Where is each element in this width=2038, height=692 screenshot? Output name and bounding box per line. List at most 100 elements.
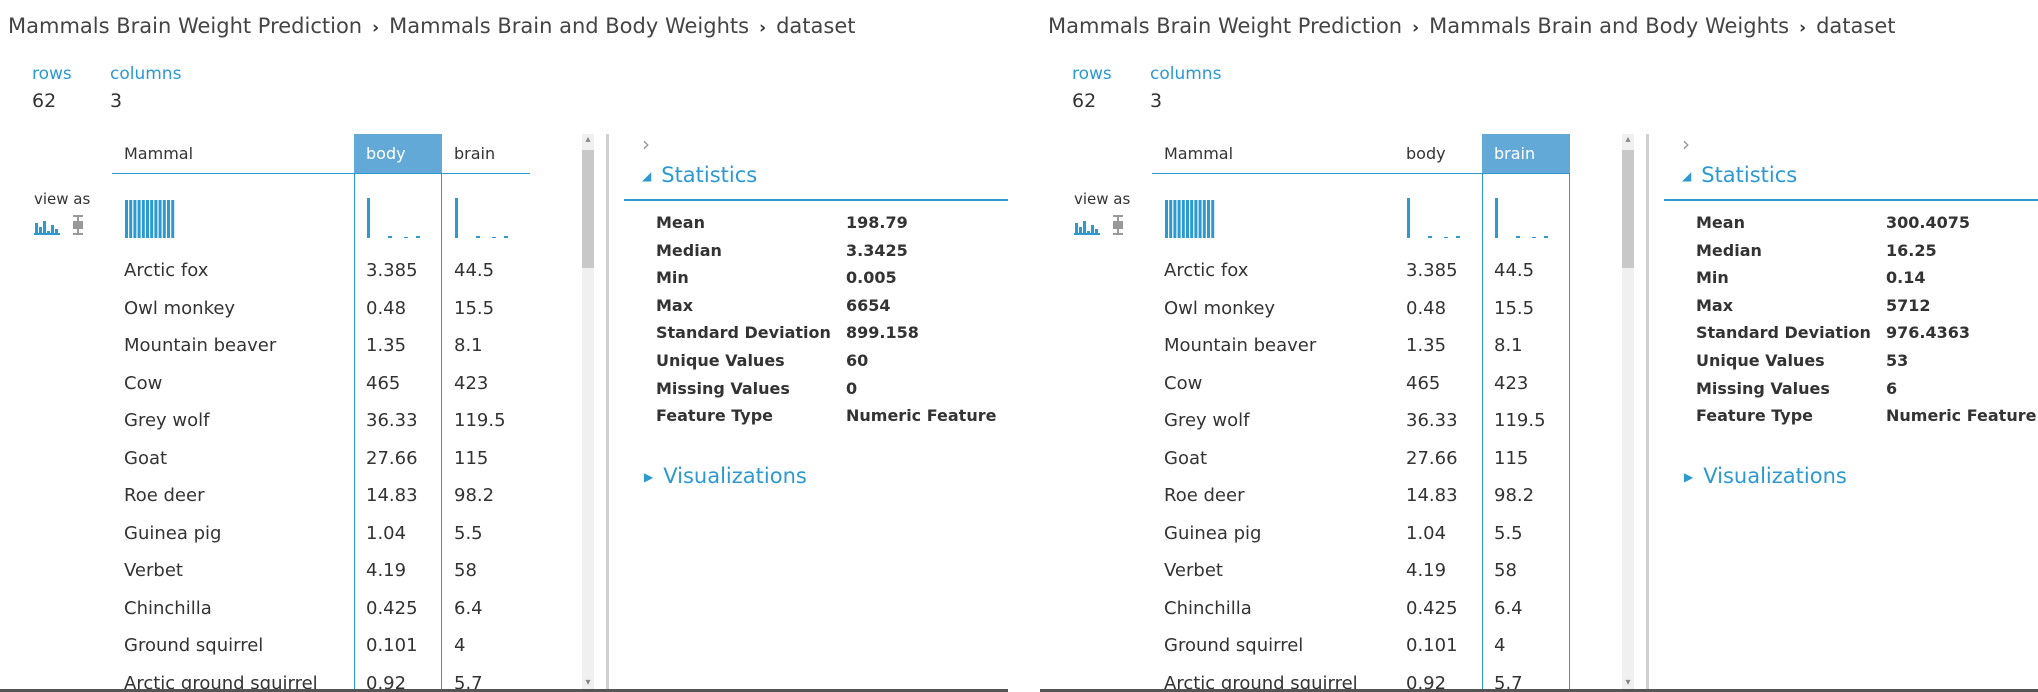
table-cell[interactable]: Arctic ground squirrel: [112, 665, 354, 692]
table-cell[interactable]: 0.48: [354, 290, 442, 327]
table-cell[interactable]: Cow: [112, 365, 354, 402]
scroll-up-arrow-icon[interactable]: ▴: [582, 134, 594, 146]
table-cell[interactable]: 0.92: [354, 665, 442, 692]
body-mini-histogram[interactable]: [1406, 198, 1466, 238]
table-cell[interactable]: Owl monkey: [112, 290, 354, 327]
table-cell[interactable]: 465: [1394, 365, 1482, 402]
table-cell[interactable]: Cow: [1152, 365, 1394, 402]
table-cell[interactable]: 1.04: [354, 515, 442, 552]
table-cell[interactable]: 5.7: [1482, 665, 1570, 692]
expand-chevron-icon[interactable]: ›: [642, 132, 650, 156]
body-mini-histogram[interactable]: [366, 198, 426, 238]
table-cell[interactable]: 5.5: [1482, 515, 1570, 552]
table-cell[interactable]: 6.4: [442, 590, 530, 627]
table-cell[interactable]: 4: [1482, 627, 1570, 664]
table-cell[interactable]: 0.92: [1394, 665, 1482, 692]
visualizations-section-header[interactable]: ▶ Visualizations: [644, 464, 807, 488]
table-cell[interactable]: 5.7: [442, 665, 530, 692]
scroll-up-arrow-icon[interactable]: ▴: [1622, 134, 1634, 146]
table-cell[interactable]: 0.425: [1394, 590, 1482, 627]
table-cell[interactable]: Verbet: [1152, 552, 1394, 589]
table-cell[interactable]: 14.83: [354, 477, 442, 514]
breadcrumb-item[interactable]: dataset: [776, 14, 855, 38]
breadcrumb-item[interactable]: Mammals Brain and Body Weights: [1429, 14, 1789, 38]
table-cell[interactable]: 8.1: [442, 327, 530, 364]
table-cell[interactable]: 8.1: [1482, 327, 1570, 364]
breadcrumb-item[interactable]: dataset: [1816, 14, 1895, 38]
mammal-mini-histogram[interactable]: [1164, 198, 1224, 238]
column-header-body[interactable]: body: [1394, 134, 1482, 174]
table-cell[interactable]: 58: [1482, 552, 1570, 589]
table-cell[interactable]: 58: [442, 552, 530, 589]
expand-chevron-icon[interactable]: ›: [1682, 132, 1690, 156]
table-cell[interactable]: 0.48: [1394, 290, 1482, 327]
table-cell[interactable]: Mountain beaver: [1152, 327, 1394, 364]
table-cell[interactable]: Roe deer: [1152, 477, 1394, 514]
table-cell[interactable]: 0.101: [1394, 627, 1482, 664]
table-cell[interactable]: 1.35: [1394, 327, 1482, 364]
breadcrumb-item[interactable]: Mammals Brain Weight Prediction: [8, 14, 362, 38]
pane-divider[interactable]: [606, 134, 609, 692]
table-cell[interactable]: 119.5: [442, 402, 530, 439]
table-cell[interactable]: 1.04: [1394, 515, 1482, 552]
statistics-section-header[interactable]: ◢ Statistics: [642, 163, 757, 187]
table-cell[interactable]: Goat: [112, 440, 354, 477]
table-cell[interactable]: 15.5: [442, 290, 530, 327]
table-cell[interactable]: 36.33: [354, 402, 442, 439]
table-cell[interactable]: 3.385: [354, 252, 442, 289]
column-header-brain[interactable]: brain: [1482, 134, 1570, 174]
table-cell[interactable]: 27.66: [354, 440, 442, 477]
table-cell[interactable]: Owl monkey: [1152, 290, 1394, 327]
table-cell[interactable]: 98.2: [442, 477, 530, 514]
table-cell[interactable]: 0.101: [354, 627, 442, 664]
table-cell[interactable]: 27.66: [1394, 440, 1482, 477]
table-cell[interactable]: 465: [354, 365, 442, 402]
table-cell[interactable]: 119.5: [1482, 402, 1570, 439]
table-cell[interactable]: 115: [442, 440, 530, 477]
column-header-brain[interactable]: brain: [442, 134, 530, 174]
breadcrumb-item[interactable]: Mammals Brain Weight Prediction: [1048, 14, 1402, 38]
table-cell[interactable]: Arctic ground squirrel: [1152, 665, 1394, 692]
vertical-scrollbar[interactable]: ▴ ▾: [582, 134, 594, 689]
table-cell[interactable]: 4.19: [354, 552, 442, 589]
brain-mini-histogram[interactable]: [1494, 198, 1554, 238]
table-cell[interactable]: Ground squirrel: [1152, 627, 1394, 664]
table-cell[interactable]: Mountain beaver: [112, 327, 354, 364]
table-cell[interactable]: Chinchilla: [1152, 590, 1394, 627]
scroll-down-arrow-icon[interactable]: ▾: [1622, 677, 1634, 689]
table-cell[interactable]: 36.33: [1394, 402, 1482, 439]
table-cell[interactable]: 6.4: [1482, 590, 1570, 627]
table-cell[interactable]: 1.35: [354, 327, 442, 364]
table-cell[interactable]: 3.385: [1394, 252, 1482, 289]
column-header-mammal[interactable]: Mammal: [1152, 134, 1394, 174]
table-cell[interactable]: 14.83: [1394, 477, 1482, 514]
breadcrumb-item[interactable]: Mammals Brain and Body Weights: [389, 14, 749, 38]
brain-mini-histogram[interactable]: [454, 198, 514, 238]
histogram-icon[interactable]: [1074, 215, 1100, 235]
table-cell[interactable]: Verbet: [112, 552, 354, 589]
table-cell[interactable]: Arctic fox: [1152, 252, 1394, 289]
mammal-mini-histogram[interactable]: [124, 198, 184, 238]
boxplot-icon[interactable]: [1112, 215, 1124, 235]
table-cell[interactable]: 423: [1482, 365, 1570, 402]
table-cell[interactable]: Grey wolf: [1152, 402, 1394, 439]
pane-divider[interactable]: [1646, 134, 1649, 692]
column-header-mammal[interactable]: Mammal: [112, 134, 354, 174]
table-cell[interactable]: 44.5: [442, 252, 530, 289]
table-cell[interactable]: Ground squirrel: [112, 627, 354, 664]
visualizations-section-header[interactable]: ▶ Visualizations: [1684, 464, 1847, 488]
column-header-body[interactable]: body: [354, 134, 442, 174]
histogram-icon[interactable]: [34, 215, 60, 235]
table-cell[interactable]: 15.5: [1482, 290, 1570, 327]
boxplot-icon[interactable]: [72, 215, 84, 235]
table-cell[interactable]: 4.19: [1394, 552, 1482, 589]
table-cell[interactable]: Guinea pig: [112, 515, 354, 552]
table-cell[interactable]: Grey wolf: [112, 402, 354, 439]
scroll-down-arrow-icon[interactable]: ▾: [582, 677, 594, 689]
vertical-scrollbar[interactable]: ▴ ▾: [1622, 134, 1634, 689]
table-cell[interactable]: Chinchilla: [112, 590, 354, 627]
table-cell[interactable]: Goat: [1152, 440, 1394, 477]
table-cell[interactable]: 423: [442, 365, 530, 402]
table-cell[interactable]: 98.2: [1482, 477, 1570, 514]
table-cell[interactable]: 4: [442, 627, 530, 664]
